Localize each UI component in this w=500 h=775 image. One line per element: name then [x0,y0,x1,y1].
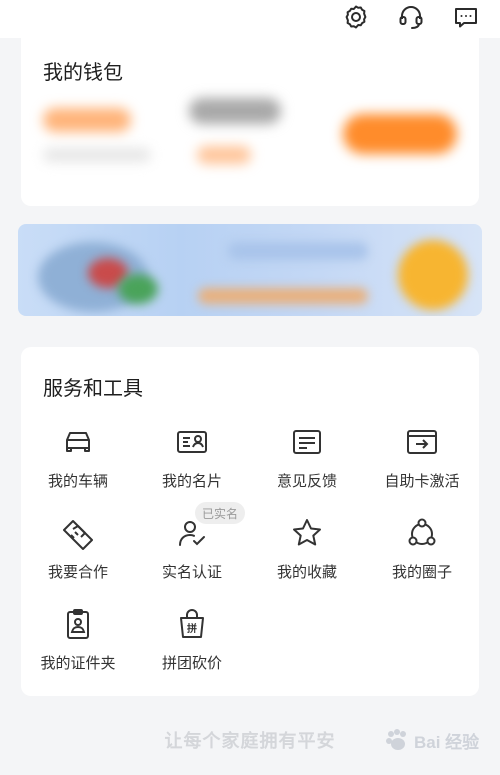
feedback-icon [289,424,325,460]
service-real-name-verification[interactable]: 实名认证 [137,515,247,593]
service-label: 拼团砍价 [161,654,222,672]
service-label: 我的圈子 [391,563,452,581]
banner-blob [198,288,368,304]
wallet-blurred-info [189,98,281,124]
service-label: 自助卡激活 [384,472,460,490]
service-label: 意见反馈 [276,472,337,490]
service-group-buy[interactable]: 拼 拼团砍价 [137,606,247,684]
circle-group-icon [404,515,440,551]
banner-blob [118,274,158,304]
card-activate-icon [404,424,440,460]
star-icon [289,515,325,551]
watermark-text: Bai 经验 [414,732,480,752]
wallet-card[interactable]: 我的钱包 [21,38,479,206]
service-label: 我的证件夹 [40,654,116,672]
banner-blob [228,242,368,260]
service-my-circle[interactable]: 我的圈子 [367,515,477,593]
service-cooperation[interactable]: 我要合作 [23,515,133,593]
svg-text:拼: 拼 [187,622,197,635]
id-folder-icon [60,606,96,642]
top-bar [0,0,500,38]
baidu-jingyan-watermark-logo: Bai 经验 [384,720,494,760]
services-card: 服务和工具 我的车辆 我的名片 意见反馈 自助卡激活 我要合作 实名认证 我的收… [21,347,479,696]
service-feedback[interactable]: 意见反馈 [252,424,362,502]
banner-blob [398,240,468,310]
service-label: 我的收藏 [276,563,337,581]
business-card-icon [174,424,210,460]
car-icon [60,424,96,460]
message-icon[interactable] [451,2,481,32]
service-label: 实名认证 [161,563,222,581]
customer-service-icon[interactable] [396,2,426,32]
service-id-folder[interactable]: 我的证件夹 [23,606,133,684]
wallet-blurred-caption [43,148,151,162]
verified-badge: 已实名 [195,502,246,524]
wallet-blurred-button[interactable] [343,114,457,154]
wallet-blurred-tag [197,146,251,164]
service-label: 我的车辆 [47,472,108,490]
service-label: 我的名片 [161,472,222,490]
service-my-business-card[interactable]: 我的名片 [137,424,247,502]
settings-icon[interactable] [341,2,371,32]
wallet-blurred-amount [43,108,131,132]
paw-icon [386,729,406,750]
service-my-favorites[interactable]: 我的收藏 [252,515,362,593]
wallet-title: 我的钱包 [43,60,123,84]
service-label: 我要合作 [47,563,108,581]
handshake-icon [60,515,96,551]
group-buy-bag-icon: 拼 [174,606,210,642]
services-title: 服务和工具 [43,376,143,400]
promo-banner[interactable] [18,224,482,316]
service-my-vehicle[interactable]: 我的车辆 [23,424,133,502]
service-card-activation[interactable]: 自助卡激活 [367,424,477,502]
